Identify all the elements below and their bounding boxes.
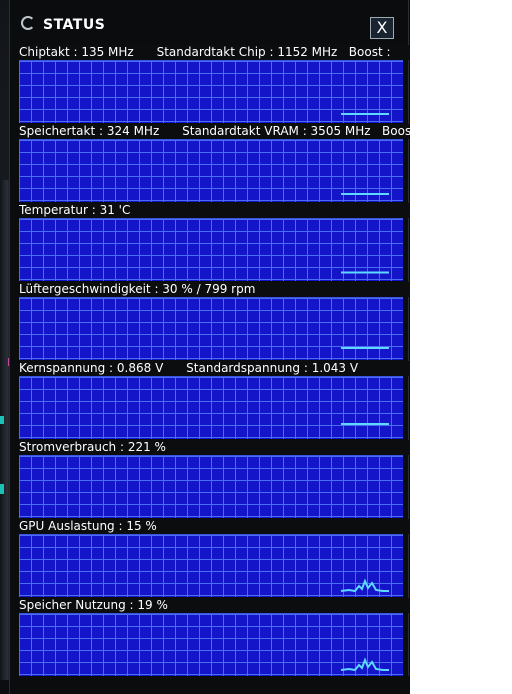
graph-trace <box>340 578 389 593</box>
monitor-graph <box>19 534 403 597</box>
monitor-graph <box>19 376 403 439</box>
window-bottom-edge <box>10 676 410 694</box>
panel-label: Lüftergeschwindigkeit : 30 % / 799 rpm <box>19 282 410 297</box>
monitor-panel: Stromverbrauch : 221 % <box>19 440 410 519</box>
monitor-graph <box>19 455 403 518</box>
panel-label: Stromverbrauch : 221 % <box>19 440 410 455</box>
decor-accent <box>0 484 4 494</box>
title-bar[interactable]: STATUS X <box>10 0 410 44</box>
monitor-graph <box>19 297 403 360</box>
monitor-panel: GPU Auslastung : 15 % <box>19 519 410 598</box>
monitor-panel: Speichertakt : 324 MHz Standardtakt VRAM… <box>19 124 410 203</box>
monitor-panel: Temperatur : 31 'C <box>19 203 410 282</box>
close-button[interactable]: X <box>370 17 394 39</box>
status-window: STATUS X Chiptakt : 135 MHz Standardtakt… <box>9 0 410 694</box>
monitor-graph <box>19 139 403 202</box>
graph-trace <box>340 657 389 672</box>
panel-label: GPU Auslastung : 15 % <box>19 519 410 534</box>
monitor-panel: Kernspannung : 0.868 V Standardspannung … <box>19 361 410 440</box>
panel-label: Temperatur : 31 'C <box>19 203 410 218</box>
monitor-graph <box>19 60 403 123</box>
panel-label: Speicher Nutzung : 19 % <box>19 598 410 613</box>
panel-label: Chiptakt : 135 MHz Standardtakt Chip : 1… <box>19 45 410 60</box>
monitor-panel: Chiptakt : 135 MHz Standardtakt Chip : 1… <box>19 45 410 124</box>
window-title: STATUS <box>43 17 106 33</box>
panel-label: Speichertakt : 324 MHz Standardtakt VRAM… <box>19 124 410 139</box>
monitor-panel: Speicher Nutzung : 19 % <box>19 598 410 677</box>
monitor-graph <box>19 218 403 281</box>
monitor-graph <box>19 613 403 676</box>
decor-accent <box>0 416 4 424</box>
status-ring-icon <box>21 16 35 30</box>
panel-label: Kernspannung : 0.868 V Standardspannung … <box>19 361 410 376</box>
monitor-panel: Lüftergeschwindigkeit : 30 % / 799 rpm <box>19 282 410 361</box>
